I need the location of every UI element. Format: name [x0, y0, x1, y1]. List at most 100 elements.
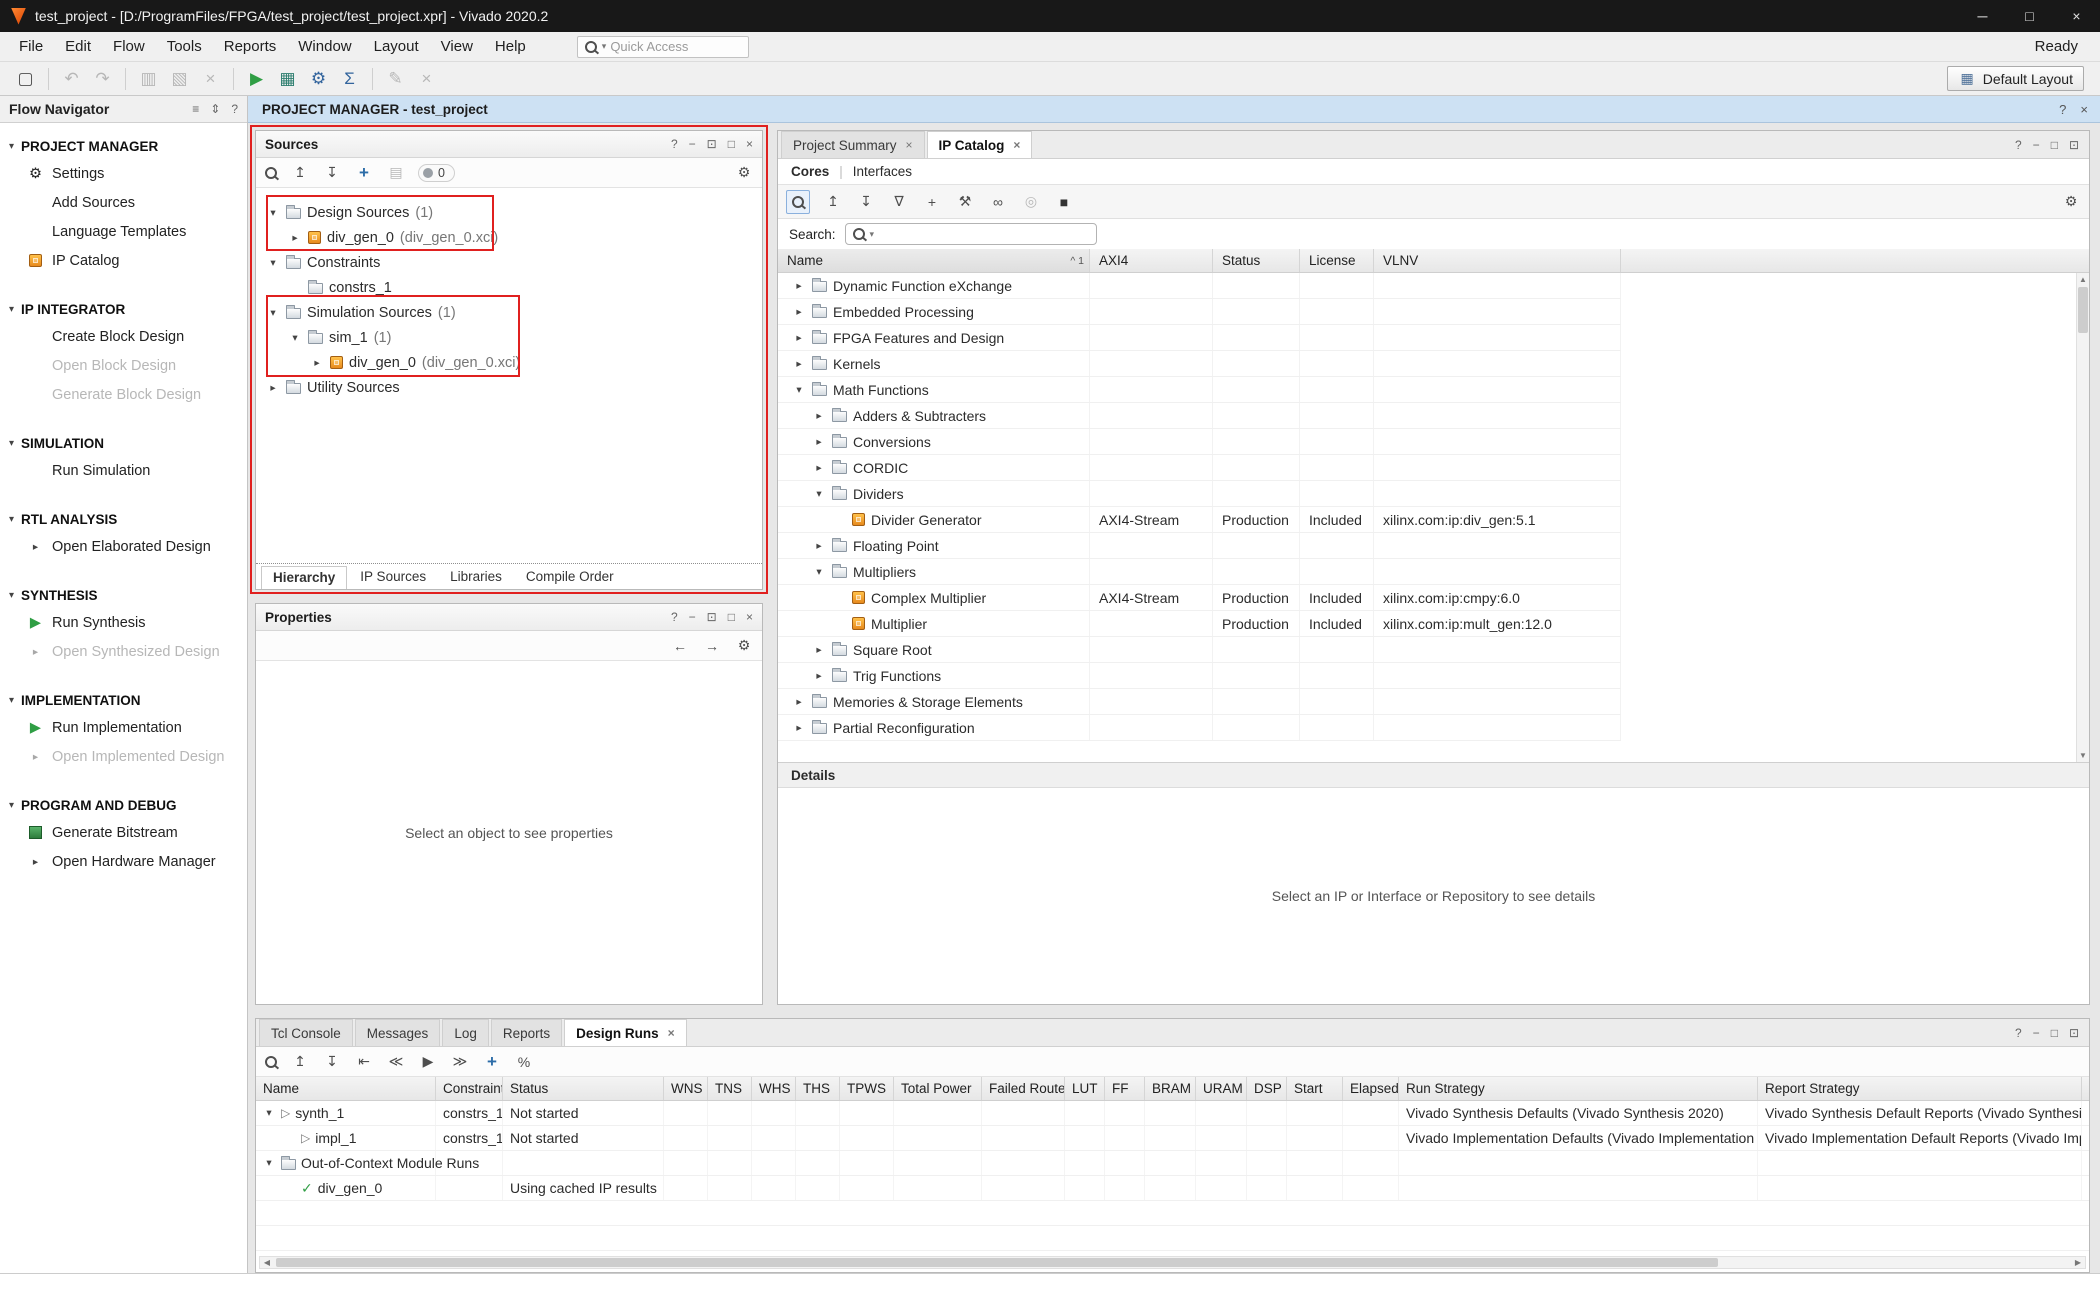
ip-row-embedded-processing[interactable]: ▸Embedded Processing [778, 299, 1621, 325]
source-tree-item-sim-1[interactable]: ▾sim_1 (1) [256, 325, 762, 350]
help-icon[interactable]: ? [671, 610, 678, 624]
column-header-wns[interactable]: WNS [664, 1077, 708, 1100]
collapse-all-icon[interactable]: ↥ [290, 1052, 310, 1072]
search-icon[interactable] [264, 1055, 278, 1069]
expand-all-icon[interactable]: ↧ [322, 1052, 342, 1072]
step-first-icon[interactable]: ⇤ [354, 1052, 374, 1072]
ip-row-floating-point[interactable]: ▸Floating Point [778, 533, 1621, 559]
column-header-lut[interactable]: LUT [1065, 1077, 1105, 1100]
help-icon[interactable]: ? [231, 102, 238, 116]
expander-icon[interactable]: ▸ [792, 696, 806, 708]
horizontal-scrollbar[interactable]: ◀ ▶ [259, 1256, 2086, 1269]
step-forward-icon[interactable]: ≫ [450, 1052, 470, 1072]
ip-row-dividers[interactable]: ▾Dividers [778, 481, 1621, 507]
expander-icon[interactable]: ▾ [288, 332, 302, 344]
redo-icon[interactable]: ↷ [89, 66, 116, 92]
source-tree-item-utility-sources[interactable]: ▸Utility Sources [256, 375, 762, 400]
column-header-vlnv[interactable]: VLNV [1374, 249, 1621, 272]
source-tree-item-constraints[interactable]: ▾Constraints [256, 250, 762, 275]
filter-icon[interactable]: ∇ [889, 192, 909, 212]
collapse-all-icon[interactable]: ↥ [290, 163, 310, 183]
ip-row-kernels[interactable]: ▸Kernels [778, 351, 1621, 377]
menu-reports[interactable]: Reports [213, 32, 288, 62]
chevron-right-icon[interactable]: ▸ [29, 646, 43, 658]
menu-view[interactable]: View [430, 32, 484, 62]
ip-row-math-functions[interactable]: ▾Math Functions [778, 377, 1621, 403]
ip-row-conversions[interactable]: ▸Conversions [778, 429, 1621, 455]
sum-icon[interactable]: Σ [336, 66, 363, 92]
settings-gear-icon[interactable]: ⚙ [734, 636, 754, 656]
column-header-name[interactable]: Name^ 1 [778, 249, 1090, 272]
flow-item-open-elaborated-design[interactable]: ▸Open Elaborated Design [0, 532, 247, 561]
scroll-right-icon[interactable]: ▶ [2071, 1257, 2085, 1268]
flow-item-settings[interactable]: ⚙Settings [0, 159, 247, 188]
minimize-panel-icon[interactable]: − [689, 610, 696, 624]
scrollbar-thumb[interactable] [276, 1258, 1718, 1267]
column-header-failed-routes[interactable]: Failed Routes [982, 1077, 1065, 1100]
chevron-right-icon[interactable]: ▸ [29, 856, 43, 868]
column-header-total-power[interactable]: Total Power [894, 1077, 982, 1100]
expander-icon[interactable]: ▸ [812, 670, 826, 682]
ip-row-partial-reconfiguration[interactable]: ▸Partial Reconfiguration [778, 715, 1621, 741]
tab-log[interactable]: Log [442, 1019, 489, 1046]
tab-ip-catalog[interactable]: IP Catalog× [927, 131, 1033, 158]
close-tab-icon[interactable]: × [668, 1026, 675, 1040]
expander-icon[interactable]: ▸ [792, 358, 806, 370]
subtab-cores[interactable]: Cores [791, 164, 829, 179]
open-file-icon[interactable]: ▤ [386, 163, 406, 183]
add-repository-icon[interactable]: + [922, 192, 942, 212]
column-header-bram[interactable]: BRAM [1145, 1077, 1196, 1100]
create-runs-icon[interactable]: + [482, 1052, 502, 1072]
column-header-tpws[interactable]: TPWS [840, 1077, 894, 1100]
minimize-panel-icon[interactable]: − [689, 137, 696, 151]
properties-panel-header[interactable]: Properties ? − ⊡ □ × [256, 604, 762, 631]
menu-window[interactable]: Window [287, 32, 362, 62]
paste-icon[interactable]: ▧ [166, 66, 193, 92]
resize-icon[interactable]: ⇕ [210, 102, 220, 116]
tab-reports[interactable]: Reports [491, 1019, 562, 1046]
flow-item-language-templates[interactable]: Language Templates [0, 217, 247, 246]
column-header-license[interactable]: License [1300, 249, 1374, 272]
edit-icon[interactable]: ✎ [382, 66, 409, 92]
ip-row-trig-functions[interactable]: ▸Trig Functions [778, 663, 1621, 689]
flow-section-header-program-and-debug[interactable]: ▾PROGRAM AND DEBUG [0, 792, 247, 818]
column-header-run-strategy[interactable]: Run Strategy [1399, 1077, 1758, 1100]
flow-item-run-simulation[interactable]: Run Simulation [0, 456, 247, 485]
column-header-start[interactable]: Start [1287, 1077, 1343, 1100]
delete-icon[interactable]: × [197, 66, 224, 92]
flow-item-ip-catalog[interactable]: IP Catalog [0, 246, 247, 275]
source-tree-item-div-gen-0[interactable]: ▸div_gen_0 (div_gen_0.xci) [256, 225, 762, 250]
ip-row-fpga-features-and-design[interactable]: ▸FPGA Features and Design [778, 325, 1621, 351]
minimize-panel-icon[interactable]: − [2033, 1026, 2040, 1040]
expander-icon[interactable]: ▸ [266, 382, 280, 394]
flow-item-open-implemented-design[interactable]: ▸Open Implemented Design [0, 742, 247, 771]
expand-all-icon[interactable]: ↧ [322, 163, 342, 183]
tab-project-summary[interactable]: Project Summary× [781, 131, 925, 158]
open-project-icon[interactable]: ▢ [12, 66, 39, 92]
collapse-all-icon[interactable]: ↥ [823, 192, 843, 212]
scrollbar-thumb[interactable] [2078, 287, 2088, 333]
source-tree-item-design-sources[interactable]: ▾Design Sources (1) [256, 200, 762, 225]
scroll-left-icon[interactable]: ◀ [260, 1257, 274, 1268]
close-window-icon[interactable]: × [2053, 0, 2100, 32]
menu-edit[interactable]: Edit [54, 32, 102, 62]
ip-row-divider-generator[interactable]: Divider GeneratorAXI4-StreamProductionIn… [778, 507, 1621, 533]
flow-section-header-synthesis[interactable]: ▾SYNTHESIS [0, 582, 247, 608]
ip-row-multiplier[interactable]: MultiplierProductionIncludedxilinx.com:i… [778, 611, 1621, 637]
flow-item-run-implementation[interactable]: ▶Run Implementation [0, 713, 247, 742]
sources-tab-libraries[interactable]: Libraries [439, 566, 513, 589]
flow-item-open-hardware-manager[interactable]: ▸Open Hardware Manager [0, 847, 247, 876]
close-tab-icon[interactable]: × [1013, 138, 1020, 152]
close-panel-icon[interactable]: × [746, 610, 753, 624]
menu-tools[interactable]: Tools [156, 32, 213, 62]
report-icon[interactable]: ▦ [274, 66, 301, 92]
flow-section-header-rtl-analysis[interactable]: ▾RTL ANALYSIS [0, 506, 247, 532]
column-header-status[interactable]: Status [503, 1077, 664, 1100]
column-header-ff[interactable]: FF [1105, 1077, 1145, 1100]
settings-icon[interactable]: ⚙ [305, 66, 332, 92]
quick-access-box[interactable]: ▾ Quick Access [577, 36, 749, 58]
layout-selector[interactable]: ▦ Default Layout [1947, 66, 2084, 91]
menu-help[interactable]: Help [484, 32, 537, 62]
expander-icon[interactable]: ▾ [262, 1157, 276, 1169]
sources-panel-header[interactable]: Sources ? − ⊡ □ × [256, 131, 762, 158]
